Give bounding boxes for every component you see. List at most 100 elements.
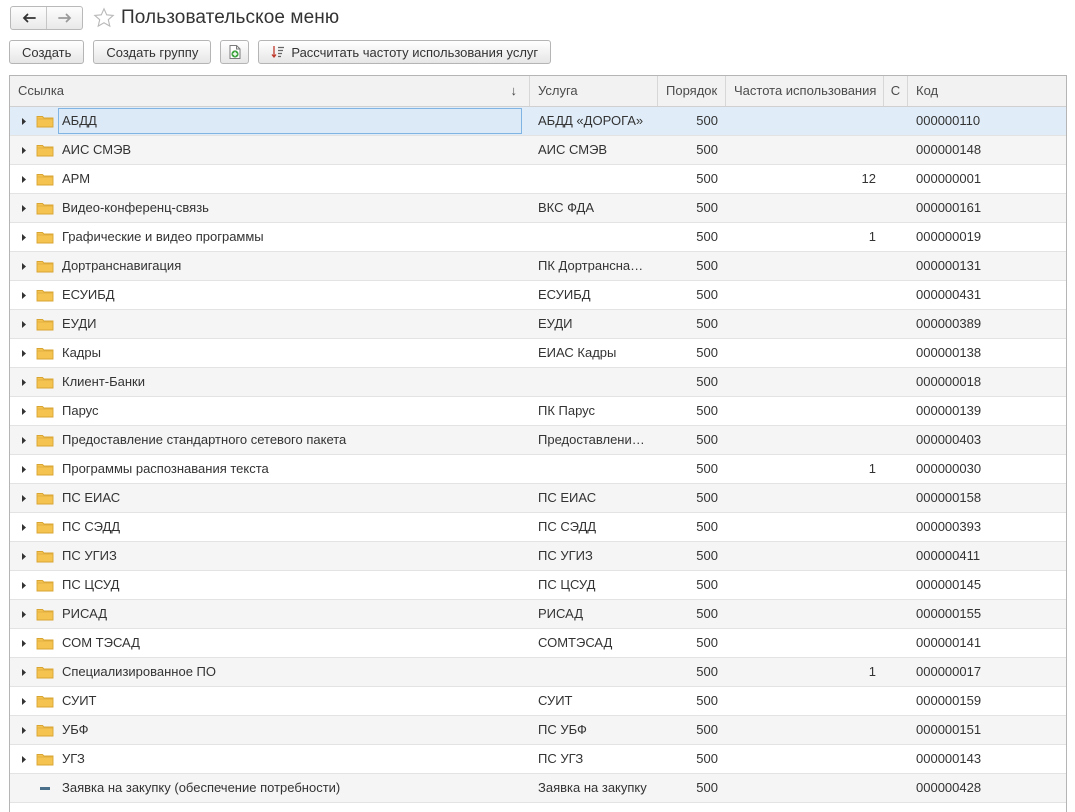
cell-link[interactable]: Дортранснавигация — [10, 252, 530, 280]
table-row[interactable]: ЕУДИ ЕУДИ 500 000000389 — [10, 310, 1066, 339]
cell-link[interactable]: УБФ — [10, 716, 530, 744]
table-row[interactable]: Предоставление стандартного сетевого пак… — [10, 426, 1066, 455]
expand-arrow-icon[interactable] — [18, 550, 30, 562]
expand-arrow-icon[interactable] — [18, 579, 30, 591]
cell-frequency — [726, 716, 884, 744]
table-row[interactable]: УБФ ПС УБФ 500 000000151 — [10, 716, 1066, 745]
cell-order: 500 — [696, 374, 718, 389]
copy-add-button[interactable] — [220, 40, 250, 64]
expand-arrow-icon[interactable] — [18, 289, 30, 301]
expand-arrow-icon[interactable] — [18, 173, 30, 185]
table-row[interactable]: ЕСУИБД ЕСУИБД 500 000000431 — [10, 281, 1066, 310]
expand-arrow-icon[interactable] — [18, 231, 30, 243]
forward-button[interactable] — [46, 7, 82, 29]
cell-order: 500 — [696, 287, 718, 302]
folder-icon — [36, 142, 56, 158]
table-row[interactable]: Клиент-Банки 500 000000018 — [10, 368, 1066, 397]
cell-link[interactable]: РИСАД — [10, 600, 530, 628]
header-link[interactable]: Ссылка ↓ — [10, 76, 530, 106]
expand-arrow-icon[interactable] — [18, 115, 30, 127]
cell-order: 500 — [696, 461, 718, 476]
expand-arrow-icon[interactable] — [18, 753, 30, 765]
cell-code: 000000411 — [916, 548, 981, 563]
table-row[interactable]: Видео-конференц-связь ВКС ФДА 500 000000161 — [10, 194, 1066, 223]
header-service[interactable]: Услуга — [530, 76, 658, 106]
cell-link[interactable]: Специализированное ПО — [10, 658, 530, 686]
cell-link[interactable]: ПС УГИЗ — [10, 542, 530, 570]
table-row[interactable]: АИС СМЭВ АИС СМЭВ 500 000000148 — [10, 136, 1066, 165]
cell-code: 000000143 — [916, 751, 982, 766]
cell-link[interactable]: Предоставление стандартного сетевого пак… — [10, 426, 530, 454]
cell-c — [884, 310, 908, 338]
table-row[interactable]: АРМ 500 12 000000001 — [10, 165, 1066, 194]
expand-arrow-icon[interactable] — [18, 666, 30, 678]
link-text: ЕСУИБД — [62, 287, 115, 302]
cell-link[interactable]: УГЗ — [10, 745, 530, 773]
folder-icon — [36, 374, 56, 390]
cell-order: 500 — [696, 113, 718, 128]
table-row[interactable]: Дортранснавигация ПК Дортранснавигация 500… — [10, 252, 1066, 281]
cell-link[interactable]: Заявка на закупку (обеспечение потребнос… — [10, 774, 530, 802]
table-row[interactable]: Заявка на закупку (обеспечение потребнос… — [10, 774, 1066, 803]
cell-link[interactable]: ПС ЦСУД — [10, 571, 530, 599]
table-row[interactable]: ПС ЕИАС ПС ЕИАС 500 000000158 — [10, 484, 1066, 513]
table-row[interactable]: Кадры ЕИАС Кадры 500 000000138 — [10, 339, 1066, 368]
expand-arrow-icon[interactable] — [18, 434, 30, 446]
create-group-button[interactable]: Создать группу — [93, 40, 212, 64]
expand-arrow-icon[interactable] — [18, 202, 30, 214]
link-text: Дортранснавигация — [62, 258, 182, 273]
expand-arrow-icon[interactable] — [18, 376, 30, 388]
favorite-star-icon[interactable] — [93, 7, 115, 29]
table-row[interactable]: Специализированное ПО 500 1 000000017 — [10, 658, 1066, 687]
cell-link[interactable]: АИС СМЭВ — [10, 136, 530, 164]
create-button[interactable]: Создать — [9, 40, 85, 64]
cell-link[interactable]: СУИТ — [10, 687, 530, 715]
table-row[interactable]: Парус ПК Парус 500 000000139 — [10, 397, 1066, 426]
expand-arrow-icon[interactable] — [18, 144, 30, 156]
table-row[interactable]: СУИТ СУИТ 500 000000159 — [10, 687, 1066, 716]
cell-link[interactable]: АРМ — [10, 165, 530, 193]
cell-link[interactable]: ЕСУИБД — [10, 281, 530, 309]
calculate-frequency-button[interactable]: Рассчитать частоту использования услуг — [258, 40, 552, 64]
link-text: СОМ ТЭСАД — [62, 635, 140, 650]
expand-arrow-icon[interactable] — [18, 492, 30, 504]
table-row[interactable]: ПС ЦСУД ПС ЦСУД 500 000000145 — [10, 571, 1066, 600]
expand-arrow-icon[interactable] — [18, 347, 30, 359]
cell-service — [530, 455, 658, 483]
table-row[interactable]: Программы распознавания текста 500 1 000000… — [10, 455, 1066, 484]
cell-link[interactable]: Клиент-Банки — [10, 368, 530, 396]
expand-arrow-icon[interactable] — [18, 318, 30, 330]
cell-link[interactable]: ПС ЕИАС — [10, 484, 530, 512]
header-code[interactable]: Код — [908, 76, 1066, 106]
cell-link[interactable]: СОМ ТЭСАД — [10, 629, 530, 657]
cell-link[interactable]: Графические и видео программы — [10, 223, 530, 251]
cell-frequency — [726, 426, 884, 454]
cell-link[interactable]: Видео-конференц-связь — [10, 194, 530, 222]
back-button[interactable] — [11, 7, 46, 29]
header-c[interactable]: С — [884, 76, 908, 106]
expand-arrow-icon[interactable] — [18, 521, 30, 533]
expand-arrow-icon[interactable] — [18, 608, 30, 620]
cell-c — [884, 513, 908, 541]
cell-link[interactable]: ЕУДИ — [10, 310, 530, 338]
table-row[interactable]: АБДД АБДД «ДОРОГА» 500 000000110 — [10, 107, 1066, 136]
table-row[interactable]: УГЗ ПС УГЗ 500 000000143 — [10, 745, 1066, 774]
header-frequency[interactable]: Частота использования — [726, 76, 884, 106]
cell-link[interactable]: Парус — [10, 397, 530, 425]
table-row[interactable]: СОМ ТЭСАД СОМТЭСАД 500 000000141 — [10, 629, 1066, 658]
cell-link[interactable]: Программы распознавания текста — [10, 455, 530, 483]
table-row[interactable]: ПС СЭДД ПС СЭДД 500 000000393 — [10, 513, 1066, 542]
expand-arrow-icon[interactable] — [18, 463, 30, 475]
expand-arrow-icon[interactable] — [18, 724, 30, 736]
expand-arrow-icon[interactable] — [18, 637, 30, 649]
expand-arrow-icon[interactable] — [18, 695, 30, 707]
expand-arrow-icon[interactable] — [18, 260, 30, 272]
cell-link[interactable]: Кадры — [10, 339, 530, 367]
expand-arrow-icon[interactable] — [18, 405, 30, 417]
cell-link[interactable]: АБДД — [10, 107, 530, 135]
table-row[interactable]: ПС УГИЗ ПС УГИЗ 500 000000411 — [10, 542, 1066, 571]
table-row[interactable]: Графические и видео программы 500 1 0000000… — [10, 223, 1066, 252]
table-row[interactable]: РИСАД РИСАД 500 000000155 — [10, 600, 1066, 629]
header-order[interactable]: Порядок — [658, 76, 726, 106]
cell-link[interactable]: ПС СЭДД — [10, 513, 530, 541]
